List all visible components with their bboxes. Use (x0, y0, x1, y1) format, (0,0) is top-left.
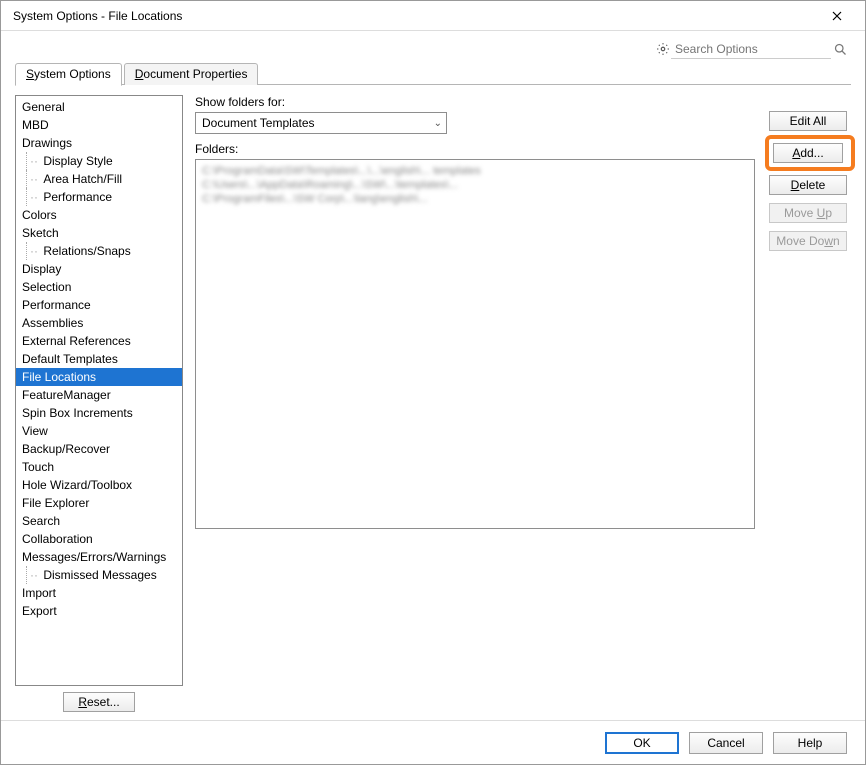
nav-item-spin-box-increments[interactable]: Spin Box Increments (16, 404, 182, 422)
show-folders-combo[interactable]: Document Templates ⌄ (195, 112, 447, 134)
folders-list[interactable]: C:\ProgramData\SW\Templates\...\...\engl… (195, 159, 755, 529)
nav-item-assemblies[interactable]: Assemblies (16, 314, 182, 332)
folder-entry[interactable]: C:\Users\...\AppData\Roaming\...\SW\...\… (202, 178, 748, 192)
nav-item-default-templates[interactable]: Default Templates (16, 350, 182, 368)
folders-label: Folders: (195, 142, 755, 156)
nav-item-area-hatch-fill[interactable]: ·· Area Hatch/Fill (16, 170, 182, 188)
nav-item-dismissed-messages[interactable]: ·· Dismissed Messages (16, 566, 182, 584)
titlebar: System Options - File Locations (1, 1, 865, 31)
nav-item-export[interactable]: Export (16, 602, 182, 620)
search-row (1, 31, 865, 61)
nav-item-featuremanager[interactable]: FeatureManager (16, 386, 182, 404)
nav-item-display-style[interactable]: ·· Display Style (16, 152, 182, 170)
nav-column: GeneralMBDDrawings·· Display Style·· Are… (15, 95, 183, 712)
cancel-button[interactable]: Cancel (689, 732, 763, 754)
tab-document-properties[interactable]: Document Properties (124, 63, 259, 85)
delete-button[interactable]: Delete (769, 175, 847, 195)
nav-item-view[interactable]: View (16, 422, 182, 440)
nav-item-messages-errors-warnings[interactable]: Messages/Errors/Warnings (16, 548, 182, 566)
nav-item-file-locations[interactable]: File Locations (16, 368, 182, 386)
nav-item-mbd[interactable]: MBD (16, 116, 182, 134)
nav-item-file-explorer[interactable]: File Explorer (16, 494, 182, 512)
panel-main: Show folders for: Document Templates ⌄ F… (195, 95, 755, 712)
close-button[interactable] (817, 2, 857, 30)
gear-icon (655, 41, 671, 57)
nav-item-collaboration[interactable]: Collaboration (16, 530, 182, 548)
file-locations-panel: Show folders for: Document Templates ⌄ F… (195, 95, 851, 712)
nav-item-sketch[interactable]: Sketch (16, 224, 182, 242)
nav-item-display[interactable]: Display (16, 260, 182, 278)
nav-item-backup-recover[interactable]: Backup/Recover (16, 440, 182, 458)
reset-row: Reset... (15, 686, 183, 712)
show-folders-label: Show folders for: (195, 95, 755, 109)
nav-item-import[interactable]: Import (16, 584, 182, 602)
tab-system-options[interactable]: System Options (15, 63, 122, 86)
options-dialog: System Options - File Locations System (0, 0, 866, 765)
combo-value: Document Templates (202, 116, 315, 130)
search-input[interactable] (671, 40, 831, 59)
nav-item-performance[interactable]: Performance (16, 296, 182, 314)
add-highlight: Add... (765, 135, 855, 171)
nav-item-relations-snaps[interactable]: ·· Relations/Snaps (16, 242, 182, 260)
nav-item-external-references[interactable]: External References (16, 332, 182, 350)
nav-item-touch[interactable]: Touch (16, 458, 182, 476)
nav-item-colors[interactable]: Colors (16, 206, 182, 224)
nav-item-selection[interactable]: Selection (16, 278, 182, 296)
category-tree[interactable]: GeneralMBDDrawings·· Display Style·· Are… (15, 95, 183, 686)
move-down-button[interactable]: Move Down (769, 231, 847, 251)
folder-entry[interactable]: C:\ProgramFiles\...\SW Corp\...\lang\eng… (202, 192, 748, 206)
nav-item-general[interactable]: General (16, 98, 182, 116)
dialog-body: GeneralMBDDrawings·· Display Style·· Are… (1, 85, 865, 720)
search-wrap (655, 40, 855, 59)
ok-button[interactable]: OK (605, 732, 679, 754)
nav-item-drawings[interactable]: Drawings (16, 134, 182, 152)
search-icon[interactable] (831, 40, 849, 58)
nav-item-search[interactable]: Search (16, 512, 182, 530)
close-icon (832, 11, 842, 21)
help-button[interactable]: Help (773, 732, 847, 754)
nav-item-performance[interactable]: ·· Performance (16, 188, 182, 206)
reset-button[interactable]: Reset... (63, 692, 134, 712)
folder-entry[interactable]: C:\ProgramData\SW\Templates\...\...\engl… (202, 164, 748, 178)
add-button[interactable]: Add... (773, 143, 843, 163)
nav-item-hole-wizard-toolbox[interactable]: Hole Wizard/Toolbox (16, 476, 182, 494)
edit-all-button[interactable]: Edit All (769, 111, 847, 131)
dialog-footer: OK Cancel Help (1, 720, 865, 764)
tabstrip: System Options Document Properties (1, 61, 865, 85)
move-up-button[interactable]: Move Up (769, 203, 847, 223)
panel-side-buttons: Edit All Add... Delete Move Up Move Down (769, 95, 851, 712)
chevron-down-icon: ⌄ (434, 118, 442, 129)
window-title: System Options - File Locations (9, 9, 182, 23)
